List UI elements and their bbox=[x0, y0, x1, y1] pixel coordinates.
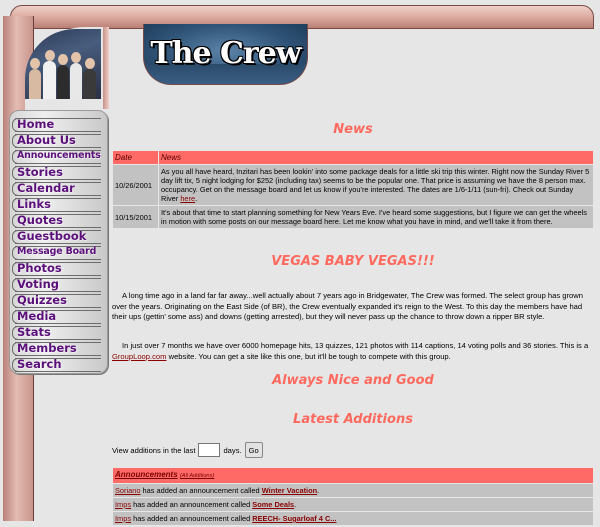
news-table: Date News 10/26/2001 As you all have hea… bbox=[112, 150, 594, 229]
news-heading: News bbox=[333, 122, 373, 137]
nav-search[interactable]: Search bbox=[10, 357, 107, 372]
user-link[interactable]: Soriano bbox=[115, 486, 140, 495]
additions-filter: View additions in the last days. Go bbox=[112, 442, 263, 458]
nav-label: About Us bbox=[17, 133, 76, 147]
all-additions-link[interactable]: (All Additions) bbox=[180, 473, 214, 479]
nav-label: Stories bbox=[17, 165, 63, 179]
nav-calendar[interactable]: Calendar bbox=[10, 181, 107, 196]
news-text: As you all have heard, Inzitari has been… bbox=[159, 165, 593, 205]
item-link[interactable]: Some Deals bbox=[252, 500, 294, 509]
nav-label: Voting bbox=[17, 277, 60, 291]
intro-paragraph: A long time ago in a land far far away..… bbox=[112, 291, 583, 321]
nav-media[interactable]: Media bbox=[10, 309, 107, 324]
addition-row: Imps has added an announcement called So… bbox=[113, 498, 593, 511]
nav-label: Message Board bbox=[17, 246, 97, 257]
addition-text: has added an announcement called bbox=[133, 500, 251, 509]
sunday-river-link[interactable]: here bbox=[180, 194, 195, 203]
view-suffix: days. bbox=[223, 445, 242, 455]
announcements-link[interactable]: Announcements bbox=[115, 470, 178, 479]
nav-stats[interactable]: Stats bbox=[10, 325, 107, 340]
additions-header-row: Announcements (All Additions) bbox=[113, 468, 593, 483]
nav-label: Stats bbox=[17, 325, 51, 339]
nav-guestbook[interactable]: Guestbook bbox=[10, 229, 107, 244]
news-date: 10/15/2001 bbox=[113, 206, 158, 228]
nav-voting[interactable]: Voting bbox=[10, 277, 107, 292]
addition-end: . bbox=[294, 500, 297, 509]
stats-text-end: website. You can get a site like this on… bbox=[168, 351, 451, 361]
go-button[interactable]: Go bbox=[244, 442, 263, 458]
nav-members[interactable]: Members bbox=[10, 341, 107, 356]
item-link[interactable]: Winter Vacation bbox=[262, 486, 317, 495]
nav-announcements[interactable]: Announcements bbox=[10, 149, 107, 164]
nav-stories[interactable]: Stories bbox=[10, 165, 107, 180]
view-prefix: View additions in the last bbox=[112, 445, 196, 455]
nav-label: Guestbook bbox=[17, 229, 87, 243]
nav-label: Announcements bbox=[17, 150, 101, 161]
grouploop-link[interactable]: GroupLoop.com bbox=[112, 352, 166, 361]
news-date: 10/26/2001 bbox=[113, 165, 158, 205]
user-link[interactable]: Imps bbox=[115, 500, 131, 509]
addition-cell: Soriano has added an announcement called… bbox=[113, 484, 593, 497]
days-input[interactable] bbox=[198, 443, 221, 457]
nav-label: Photos bbox=[17, 261, 62, 275]
nav-label: Links bbox=[17, 197, 51, 211]
nav-links[interactable]: Links bbox=[10, 197, 107, 212]
addition-cell: Imps has added an announcement called RE… bbox=[113, 512, 593, 525]
announcements-header: Announcements (All Additions) bbox=[113, 468, 593, 483]
photo-edge bbox=[103, 27, 109, 109]
stats-text: In just over 7 months we have over 6000 … bbox=[122, 341, 589, 350]
logo-text: The Crew bbox=[150, 36, 301, 71]
item-link[interactable]: REECH- Sugarloaf 4 C... bbox=[252, 514, 336, 523]
news-body: As you all have heard, Inzitari has been… bbox=[161, 167, 590, 203]
addition-cell: Imps has added an announcement called So… bbox=[113, 498, 593, 511]
stats-paragraph: In just over 7 months we have over 6000 … bbox=[112, 341, 594, 362]
news-row: 10/26/2001 As you all have heard, Inzita… bbox=[113, 165, 593, 205]
addition-text: has added an announcement called bbox=[142, 486, 260, 495]
addition-row: Imps has added an announcement called RE… bbox=[113, 512, 593, 525]
nav-label: Media bbox=[17, 309, 57, 323]
news-tail: . bbox=[195, 194, 198, 203]
date-column-header: Date bbox=[113, 151, 158, 164]
additions-table: Announcements (All Additions) Soriano ha… bbox=[112, 467, 594, 526]
nav-quizzes[interactable]: Quizzes bbox=[10, 293, 107, 308]
nav-home[interactable]: Home bbox=[10, 117, 107, 132]
nav-message-board[interactable]: Message Board bbox=[10, 245, 107, 260]
crew-photo bbox=[25, 29, 101, 99]
news-header-row: Date News bbox=[113, 151, 593, 164]
nav-label: Quotes bbox=[17, 213, 64, 227]
nav-label: Search bbox=[17, 357, 62, 371]
nav-about-us[interactable]: About Us bbox=[10, 133, 107, 148]
addition-text: has added an announcement called bbox=[133, 514, 251, 523]
news-row: 10/15/2001 It's about that time to start… bbox=[113, 206, 593, 228]
nav-label: Quizzes bbox=[17, 293, 67, 307]
news-column-header: News bbox=[159, 151, 593, 164]
addition-row: Soriano has added an announcement called… bbox=[113, 484, 593, 497]
nav-label: Home bbox=[17, 117, 55, 131]
nav-photos[interactable]: Photos bbox=[10, 261, 107, 276]
main-navigation: Home About Us Announcements Stories Cale… bbox=[9, 110, 108, 374]
latest-heading: Latest Additions bbox=[293, 412, 413, 427]
user-link[interactable]: Imps bbox=[115, 514, 131, 523]
vegas-heading: VEGAS BABY VEGAS!!! bbox=[271, 254, 435, 269]
news-text: It's about that time to start planning s… bbox=[159, 206, 593, 228]
addition-end: . bbox=[317, 486, 320, 495]
nav-label: Members bbox=[17, 341, 77, 355]
nav-quotes[interactable]: Quotes bbox=[10, 213, 107, 228]
always-heading: Always Nice and Good bbox=[272, 373, 434, 388]
site-logo[interactable]: The Crew bbox=[143, 24, 308, 85]
nav-label: Calendar bbox=[17, 181, 75, 195]
